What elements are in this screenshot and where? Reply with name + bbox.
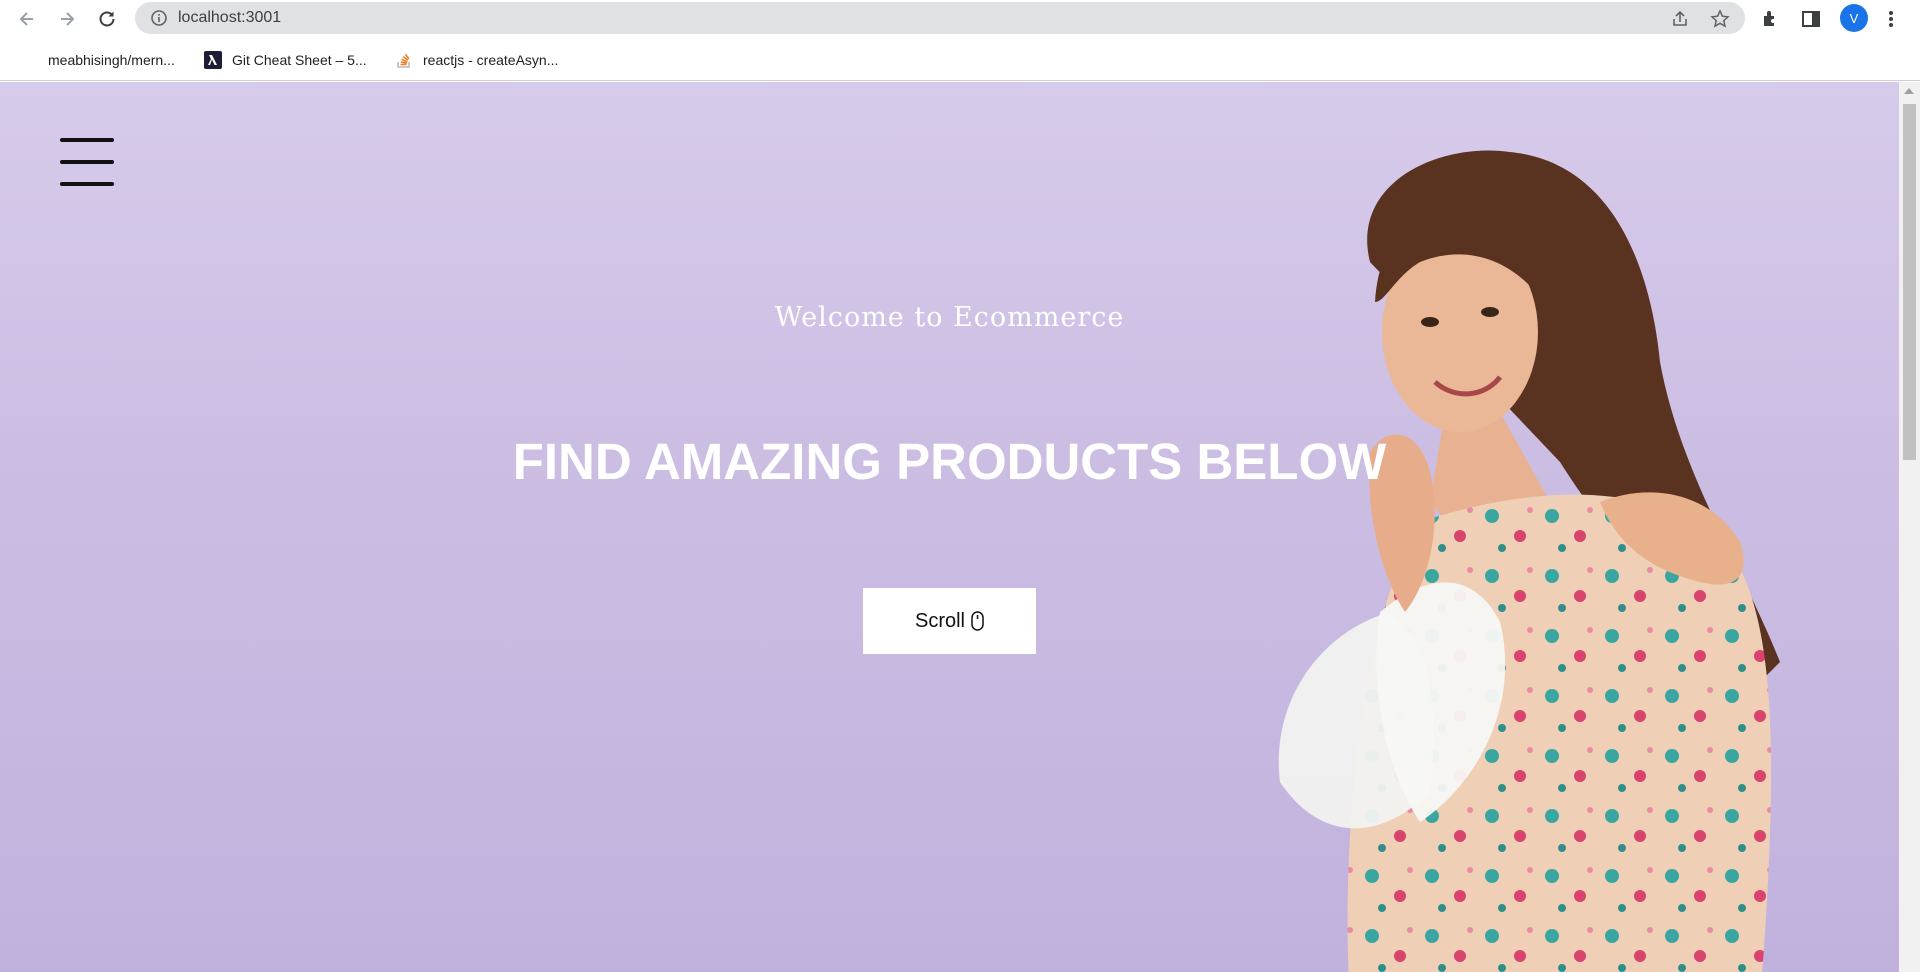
hero-headline: FIND AMAZING PRODUCTS BELOW — [512, 433, 1387, 490]
profile-avatar[interactable]: V — [1840, 4, 1868, 32]
bookmark-label: reactjs - createAsyn... — [423, 52, 559, 68]
arrow-right-icon — [61, 12, 75, 26]
extensions-icon[interactable] — [1760, 8, 1782, 30]
scroll-button[interactable]: Scroll — [863, 588, 1036, 654]
reload-button[interactable] — [92, 4, 122, 34]
github-icon — [20, 51, 38, 69]
kebab-menu-icon[interactable] — [1880, 8, 1902, 30]
hero-model-image — [1278, 150, 1780, 972]
bookmark-label: meabhisingh/mern... — [48, 52, 175, 68]
mouse-icon — [971, 611, 984, 631]
share-icon[interactable] — [1670, 9, 1690, 29]
arrow-left-icon — [19, 12, 33, 26]
stackoverflow-icon — [397, 53, 410, 68]
scroll-up-arrow-icon[interactable] — [1904, 88, 1914, 94]
reload-icon — [99, 11, 115, 27]
bookmarks-bar: meabhisingh/mern... Git Cheat Sheet – 5.… — [0, 37, 1920, 81]
bookmark-item[interactable]: reactjs - createAsyn... — [395, 50, 558, 70]
welcome-text: Welcome to Ecommerce — [774, 302, 1125, 333]
browser-toolbar: localhost:3001 V — [0, 0, 1920, 37]
side-panel-icon[interactable] — [1800, 8, 1822, 30]
star-icon[interactable] — [1710, 9, 1730, 29]
scrollbar-thumb[interactable] — [1903, 104, 1916, 460]
back-button[interactable] — [12, 4, 42, 34]
bookmark-item[interactable]: meabhisingh/mern... — [20, 50, 175, 70]
lambda-icon — [204, 51, 222, 69]
forward-button[interactable] — [52, 4, 82, 34]
address-bar-url[interactable]: localhost:3001 — [178, 9, 281, 27]
bookmark-label: Git Cheat Sheet – 5... — [232, 52, 367, 68]
page-scrollbar[interactable] — [1899, 82, 1920, 972]
scroll-button-label: Scroll — [914, 609, 965, 632]
info-icon[interactable] — [150, 9, 168, 27]
hamburger-menu-icon[interactable] — [60, 138, 114, 188]
hero-banner: Welcome to Ecommerce FIND AMAZING PRODUC… — [0, 82, 1899, 972]
bookmark-item[interactable]: Git Cheat Sheet – 5... — [204, 50, 367, 70]
address-bar[interactable]: localhost:3001 — [135, 2, 1745, 34]
